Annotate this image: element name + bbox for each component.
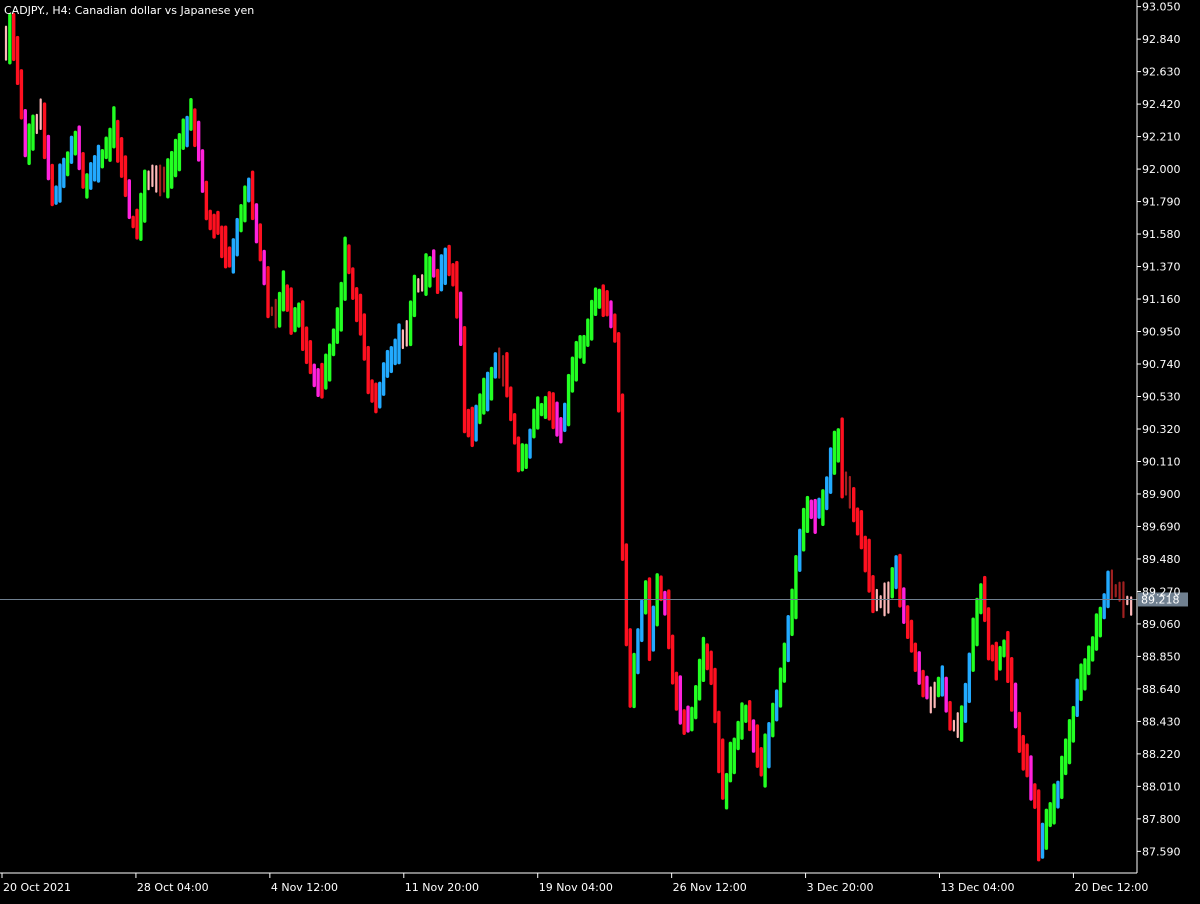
time-tick-label: 28 Oct 04:00 (137, 881, 209, 894)
price-tick-label: 92.420 (1142, 98, 1181, 111)
time-tick-label: 11 Nov 20:00 (405, 881, 479, 894)
price-tick-label: 88.010 (1142, 780, 1181, 793)
price-tick-label: 88.850 (1142, 650, 1181, 663)
candle-bars (4, 12, 1133, 862)
symbol-label: CADJPY. (4, 4, 46, 17)
price-tick-label: 91.580 (1142, 228, 1181, 241)
timeframe-label: H4: (52, 4, 72, 17)
price-tick-label: 90.110 (1142, 455, 1181, 468)
price-tick-label: 92.840 (1142, 33, 1181, 46)
time-tick-label: 20 Dec 12:00 (1074, 881, 1148, 894)
price-tick-label: 93.050 (1142, 1, 1181, 14)
price-tick-label: 90.530 (1142, 391, 1181, 404)
price-tick-label: 88.220 (1142, 748, 1181, 761)
symbol-description: Canadian dollar vs Japanese yen (74, 4, 255, 17)
current-price-line-layer: 89.218 (0, 592, 1188, 607)
chart-title: CADJPY., H4: Canadian dollar vs Japanese… (4, 4, 255, 17)
price-tick-label: 89.690 (1142, 520, 1181, 533)
price-tick-label: 91.160 (1142, 293, 1181, 306)
time-axis: 20 Oct 2021 28 Oct 04:00 4 Nov 12:00 11 Nov… (1, 873, 1148, 894)
price-tick-label: 91.370 (1142, 261, 1181, 274)
price-tick-label: 89.900 (1142, 488, 1181, 501)
price-tick-label: 90.950 (1142, 326, 1181, 339)
price-tick-label: 90.740 (1142, 358, 1181, 371)
candlestick-chart-svg[interactable]: 89.218 93.050 92.840 92.630 92.420 92.210 92.… (0, 0, 1200, 900)
time-tick-label: 26 Nov 12:00 (673, 881, 747, 894)
time-tick-label: 19 Nov 04:00 (539, 881, 613, 894)
price-tick-label: 87.590 (1142, 845, 1181, 858)
price-axis: 93.050 92.840 92.630 92.420 92.210 92.000 91.7… (0, 0, 1181, 874)
price-tick-label: 88.430 (1142, 715, 1181, 728)
price-tick-label: 91.790 (1142, 196, 1181, 209)
price-tick-label: 89.480 (1142, 553, 1181, 566)
time-tick-label: 4 Nov 12:00 (271, 881, 338, 894)
price-tick-label: 92.210 (1142, 131, 1181, 144)
price-tick-label: 92.000 (1142, 163, 1181, 176)
time-tick-label: 20 Oct 2021 (3, 881, 71, 894)
price-tick-label: 92.630 (1142, 66, 1181, 79)
time-tick-label: 3 Dec 20:00 (807, 881, 874, 894)
time-tick-label: 13 Dec 04:00 (941, 881, 1015, 894)
price-tick-label: 89.060 (1142, 618, 1181, 631)
price-tick-label: 87.800 (1142, 813, 1181, 826)
price-tick-label: 90.320 (1142, 423, 1181, 436)
price-tick-label: 88.640 (1142, 683, 1181, 696)
price-tick-label: 89.270 (1142, 585, 1181, 598)
price-chart[interactable]: 89.218 93.050 92.840 92.630 92.420 92.210 92.… (0, 0, 1200, 900)
